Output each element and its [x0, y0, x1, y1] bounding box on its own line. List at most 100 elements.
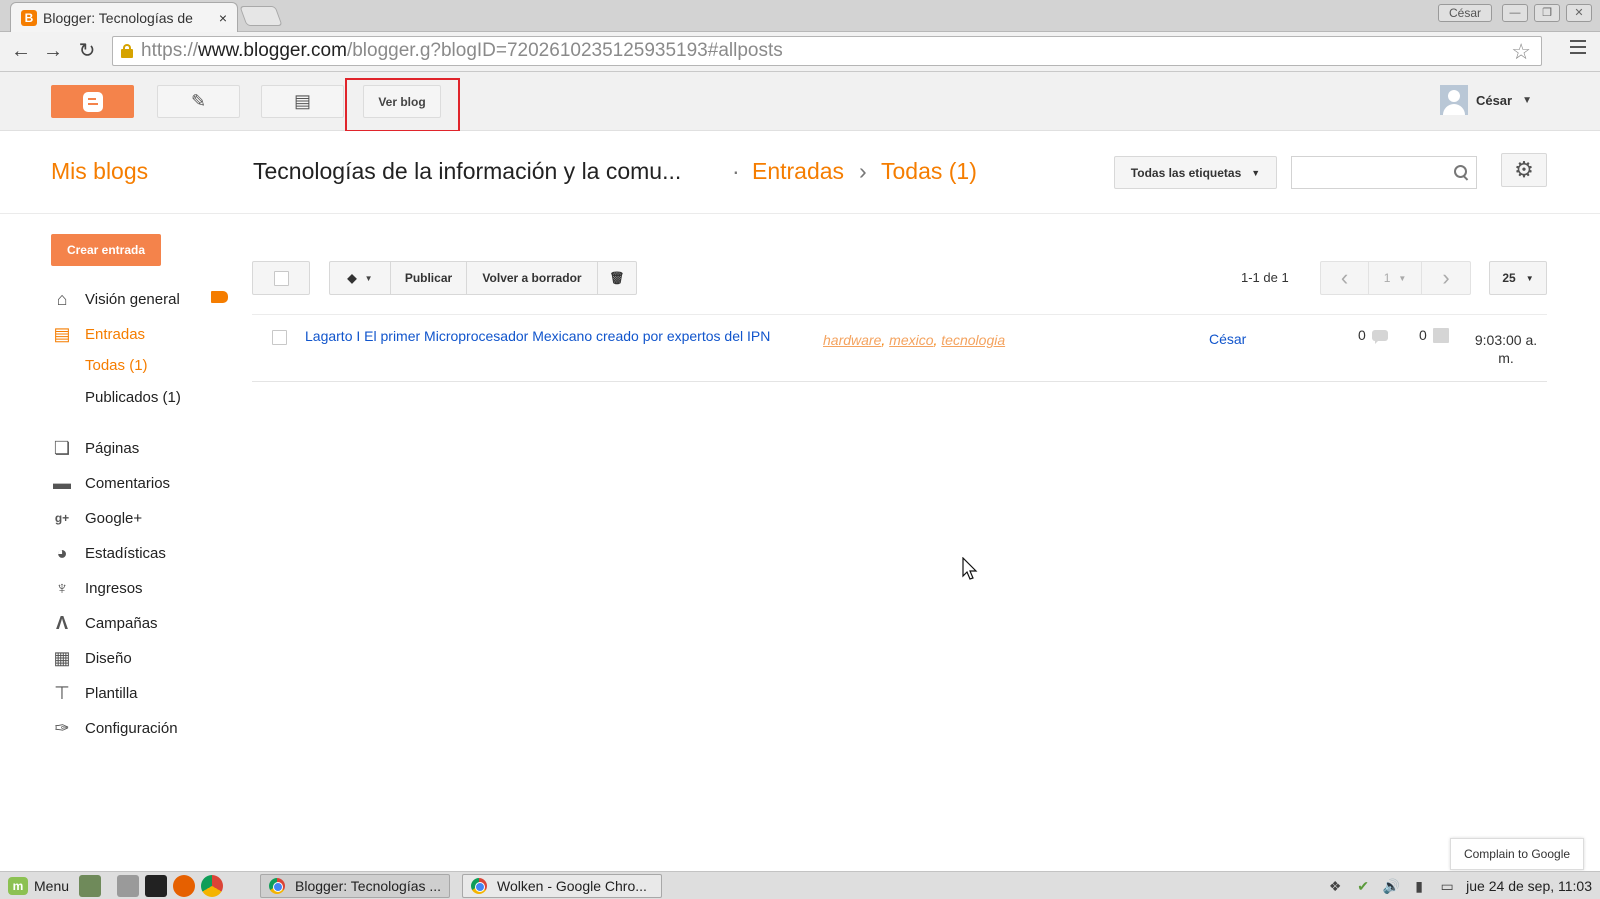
- browser-profile-button[interactable]: César: [1438, 4, 1492, 22]
- sidebar-item-pages[interactable]: ❏ Páginas: [51, 436, 139, 460]
- post-row-checkbox[interactable]: [272, 330, 287, 345]
- blogger-favicon-icon: B: [21, 9, 37, 26]
- post-comment-count: 0: [1358, 327, 1388, 344]
- sidebar-item-campaigns[interactable]: Λ Campañas: [51, 611, 158, 635]
- dropbox-icon[interactable]: ❖: [1326, 878, 1344, 894]
- posts-search-input[interactable]: [1291, 156, 1477, 189]
- post-labels: hardware, mexico, tecnologia: [823, 332, 1006, 348]
- browser-menu-icon[interactable]: [1570, 40, 1586, 54]
- per-page-dropdown[interactable]: 25 ▼: [1489, 261, 1547, 295]
- network-signal-icon[interactable]: ▮: [1410, 878, 1428, 894]
- sidebar-item-label: Ingresos: [85, 579, 143, 597]
- sidebar-item-comments[interactable]: ▬ Comentarios: [51, 471, 170, 495]
- tab-close-icon[interactable]: ×: [219, 10, 227, 26]
- blog-title: Tecnologías de la información y la comu.…: [253, 158, 682, 184]
- checkbox[interactable]: [272, 330, 287, 345]
- taskbar-window-wolken[interactable]: Wolken - Google Chro...: [462, 874, 662, 898]
- sidebar-item-google-plus[interactable]: g+ Google+: [51, 506, 142, 530]
- chevron-right-icon: ›: [1442, 265, 1450, 290]
- settings-gear-button[interactable]: ⚙: [1501, 153, 1547, 187]
- breadcrumb-arrow-icon: ›: [859, 158, 867, 184]
- trophy-icon: ♆: [55, 577, 69, 598]
- sidebar-item-stats[interactable]: ◕ Estadísticas: [51, 541, 166, 565]
- avatar[interactable]: [1439, 85, 1468, 115]
- forward-arrow-icon[interactable]: →: [40, 38, 66, 64]
- battery-icon[interactable]: ▭: [1438, 878, 1456, 894]
- lock-warning-icon[interactable]: [119, 43, 135, 59]
- sidebar-item-earnings[interactable]: ♆ Ingresos: [51, 576, 143, 600]
- update-shield-icon[interactable]: ✔: [1354, 878, 1372, 894]
- blogger-logo-button[interactable]: [51, 85, 134, 118]
- system-tray: ❖ ✔ 🔊 ▮ ▭ jue 24 de sep, 11:03: [1326, 872, 1592, 899]
- view-blog-button[interactable]: Ver blog: [363, 85, 441, 118]
- complain-to-google-button[interactable]: Complain to Google: [1450, 838, 1584, 870]
- post-label-link[interactable]: hardware: [823, 332, 881, 348]
- select-all-checkbox[interactable]: [252, 261, 310, 295]
- browser-tab-blogger[interactable]: B Blogger: Tecnologías de ×: [10, 2, 238, 32]
- prev-page-button[interactable]: ‹: [1321, 262, 1369, 294]
- back-arrow-icon[interactable]: ←: [8, 38, 34, 64]
- post-view-count: 0: [1419, 327, 1449, 343]
- checkbox[interactable]: [273, 270, 289, 286]
- minimize-window-button[interactable]: —: [1502, 4, 1528, 22]
- megaphone-icon[interactable]: [211, 291, 228, 303]
- restore-window-button[interactable]: ❐: [1534, 4, 1560, 22]
- sidebar-item-label: Plantilla: [85, 684, 138, 702]
- per-page-value: 25: [1502, 271, 1516, 285]
- start-menu-button[interactable]: m Menu: [8, 876, 69, 895]
- divider: [252, 314, 1547, 315]
- post-label-link[interactable]: tecnologia: [941, 332, 1005, 348]
- file-manager-icon[interactable]: [117, 874, 140, 897]
- publish-button[interactable]: Publicar: [391, 262, 467, 294]
- chrome-icon: [471, 878, 487, 894]
- next-page-button[interactable]: ›: [1422, 262, 1470, 294]
- chrome-launcher-icon[interactable]: [201, 874, 224, 897]
- create-post-button[interactable]: Crear entrada: [51, 234, 161, 266]
- new-tab-button[interactable]: [239, 6, 283, 26]
- revert-to-draft-button[interactable]: Volver a borrador: [467, 262, 598, 294]
- sidebar-item-layout[interactable]: ▦ Diseño: [51, 646, 131, 670]
- new-post-button[interactable]: ✎: [157, 85, 240, 118]
- sidebar-item-template[interactable]: ⊤ Plantilla: [51, 681, 138, 705]
- posts-list-button[interactable]: ▤: [261, 85, 344, 118]
- close-window-button[interactable]: ✕: [1566, 4, 1592, 22]
- layout-icon: ▦: [53, 647, 71, 668]
- labels-filter-label: Todas las etiquetas: [1130, 165, 1242, 180]
- sidebar-item-settings[interactable]: ✑ Configuración: [51, 716, 177, 740]
- sidebar-subitem-all[interactable]: Todas (1): [85, 357, 148, 374]
- label-dropdown-button[interactable]: ◆ ▼: [330, 262, 391, 294]
- browser-tab-strip: B Blogger: Tecnologías de × César — ❐ ✕: [0, 0, 1600, 32]
- sidebar-item-label: Campañas: [85, 614, 158, 632]
- comment-bubble-icon: [1371, 329, 1388, 344]
- documents-icon: ▤: [293, 91, 311, 111]
- taskbar-window-blogger[interactable]: Blogger: Tecnologías ...: [260, 874, 450, 898]
- breadcrumb-posts-link[interactable]: Entradas: [752, 158, 844, 185]
- sidebar-item-label: Google+: [85, 509, 143, 527]
- my-blogs-link[interactable]: Mis blogs: [51, 158, 148, 185]
- views-chart-icon: [1432, 327, 1449, 343]
- pages-icon: ❏: [53, 437, 71, 458]
- firefox-icon[interactable]: [173, 874, 196, 897]
- delete-button[interactable]: 🗑: [598, 262, 636, 294]
- bookmark-star-icon[interactable]: ☆: [1511, 39, 1531, 65]
- clock[interactable]: jue 24 de sep, 11:03: [1466, 878, 1592, 894]
- tab-title: Blogger: Tecnologías de: [43, 9, 193, 26]
- search-icon[interactable]: [1454, 165, 1468, 179]
- url-text: https://www.blogger.com/blogger.g?blogID…: [141, 40, 783, 61]
- post-actions-group: ◆ ▼ Publicar Volver a borrador 🗑: [329, 261, 637, 295]
- sidebar-subitem-published[interactable]: Publicados (1): [85, 389, 181, 406]
- address-bar[interactable]: https://www.blogger.com/blogger.g?blogID…: [112, 36, 1542, 66]
- sidebar-item-overview[interactable]: ⌂ Visión general: [51, 287, 180, 311]
- page-select[interactable]: 1 ▼: [1369, 262, 1422, 294]
- sidebar-item-posts[interactable]: ▤ Entradas: [51, 322, 145, 346]
- labels-filter-dropdown[interactable]: Todas las etiquetas ▼: [1114, 156, 1277, 189]
- terminal-icon[interactable]: [145, 874, 168, 897]
- show-desktop-icon[interactable]: [79, 874, 102, 897]
- post-title-link[interactable]: Lagarto I El primer Microprocesador Mexi…: [305, 328, 770, 344]
- chrome-icon: [269, 878, 285, 894]
- account-menu[interactable]: César ▼: [1439, 85, 1532, 115]
- reload-icon[interactable]: ↻: [74, 38, 100, 64]
- volume-icon[interactable]: 🔊: [1382, 878, 1400, 894]
- post-author-link[interactable]: César: [1209, 331, 1246, 347]
- post-label-link[interactable]: mexico: [889, 332, 933, 348]
